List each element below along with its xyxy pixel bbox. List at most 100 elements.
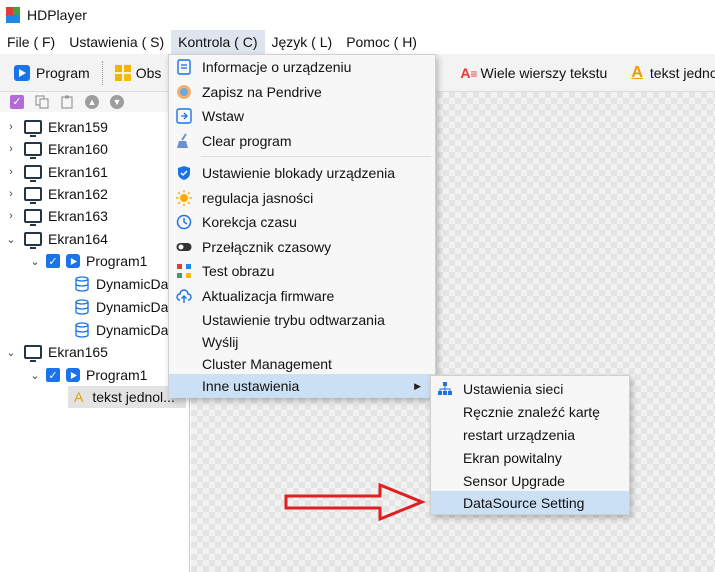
tree-item-label: Ekran164 [48, 231, 108, 247]
tree-item-label: Program1 [86, 253, 148, 269]
play-icon [14, 64, 30, 81]
chevron-right-icon[interactable]: › [6, 121, 16, 133]
tree-item-screen[interactable]: › Ekran160 [6, 138, 108, 160]
select-all-icon[interactable]: ✓ [10, 95, 24, 109]
toolbar-separator [101, 60, 103, 85]
tree-item-screen[interactable]: › Ekran162 [6, 183, 108, 205]
menu-item-playback-mode[interactable]: Ustawienie trybu odtwarzania [169, 308, 435, 332]
monitor-icon [24, 165, 42, 182]
menu-item-label: restart urządzenia [463, 426, 576, 443]
submenu-item-sensor-upgrade[interactable]: Sensor Upgrade [431, 469, 629, 492]
tree-item-screen[interactable]: › Ekran161 [6, 161, 108, 183]
color-dots-icon [176, 263, 192, 279]
menu-item-label: Przełącznik czasowy [202, 239, 332, 255]
menu-item-time-correction[interactable]: Korekcja czasu [169, 210, 435, 234]
single-line-text-icon: A [631, 63, 643, 81]
tree-item-label: Ekran161 [48, 164, 108, 180]
tree-item-label: DynamicDa [96, 299, 169, 315]
paste-icon[interactable] [60, 95, 74, 109]
menu-settings[interactable]: Ustawienia ( S) [62, 30, 171, 54]
database-icon [74, 299, 90, 315]
tree-item-screen[interactable]: › Ekran163 [6, 205, 108, 227]
menu-item-label: Ekran powitalny [463, 449, 562, 466]
copy-icon[interactable] [35, 95, 49, 109]
chevron-down-icon[interactable]: ⌄ [6, 233, 16, 246]
broom-icon [176, 133, 192, 149]
submenu-item-restart-device[interactable]: restart urządzenia [431, 423, 629, 446]
tree-item-dynamic[interactable]: DynamicDa [74, 273, 168, 295]
menu-item-label: Informacje o urządzeniu [202, 59, 352, 75]
menu-item-label: DataSource Setting [463, 494, 585, 511]
submenu-item-welcome-screen[interactable]: Ekran powitalny [431, 446, 629, 469]
monitor-icon [24, 142, 42, 159]
tree-item-label: Ekran159 [48, 119, 108, 135]
menu-item-device-info[interactable]: Informacje o urządzeniu [169, 55, 435, 79]
menu-item-cluster-management[interactable]: Cluster Management [169, 352, 435, 376]
tree-item-screen[interactable]: › Ekran159 [6, 116, 108, 138]
tree-item-label: Program1 [86, 367, 148, 383]
tree-item-program[interactable]: ⌄ ✓ Program1 [30, 364, 147, 386]
menu-item-brightness[interactable]: regulacja jasności [169, 186, 435, 210]
grid-icon [114, 64, 131, 81]
chevron-right-icon[interactable]: › [6, 210, 16, 222]
tree-item-label: Ekran165 [48, 344, 108, 360]
submenu-item-datasource-setting[interactable]: DataSource Setting [431, 491, 629, 514]
menu-item-send[interactable]: Wyślij [169, 330, 435, 354]
menu-separator [201, 156, 431, 157]
menu-file[interactable]: File ( F) [0, 30, 62, 54]
monitor-icon [24, 209, 42, 226]
menu-item-label: Aktualizacja firmware [202, 288, 335, 304]
menu-item-label: regulacja jasności [202, 190, 314, 206]
obs-button[interactable]: Obs [107, 54, 170, 92]
multiline-text-label: Wiele wierszy tekstu [480, 64, 608, 81]
tree-item-dynamic[interactable]: DynamicDa [74, 296, 168, 318]
submenu-item-find-card[interactable]: Ręcznie znaleźć kartę [431, 400, 629, 423]
tree-toolbar: ✓ ▲ ▼ [0, 92, 189, 112]
chevron-right-icon[interactable]: › [6, 166, 16, 178]
usb-drive-icon [176, 84, 192, 100]
menu-item-save-usb[interactable]: Zapisz na Pendrive [169, 80, 435, 104]
chevron-right-icon[interactable]: › [6, 143, 16, 155]
monitor-icon [24, 187, 42, 204]
database-icon [74, 276, 90, 292]
chevron-down-icon[interactable]: ⌄ [6, 346, 16, 359]
submenu-item-network-settings[interactable]: Ustawienia sieci [431, 377, 629, 400]
menu-item-label: Cluster Management [202, 356, 332, 372]
single-line-text-button[interactable]: A tekst jedno [615, 54, 715, 92]
chevron-down-icon[interactable]: ⌄ [30, 369, 40, 382]
menu-item-label: Ustawienie blokady urządzenia [202, 165, 395, 181]
checkbox-checked-icon[interactable]: ✓ [46, 368, 60, 382]
text-item-icon: A [74, 389, 84, 405]
insert-icon [176, 108, 192, 124]
chevron-right-icon[interactable]: › [6, 188, 16, 200]
monitor-icon [24, 120, 42, 137]
tree-item-dynamic[interactable]: DynamicDa [74, 319, 168, 341]
program-button[interactable]: Program [0, 54, 98, 92]
menu-item-clear-program[interactable]: Clear program [169, 129, 435, 153]
tree-item-screen[interactable]: ⌄ Ekran164 [6, 228, 108, 250]
menu-control[interactable]: Kontrola ( C) [171, 30, 265, 54]
menu-item-device-lock[interactable]: Ustawienie blokady urządzenia [169, 161, 435, 185]
menu-item-insert[interactable]: Wstaw [169, 104, 435, 128]
tree-item-program[interactable]: ⌄ ✓ Program1 [30, 250, 147, 272]
tree-item-label: Ekran160 [48, 141, 108, 157]
menu-item-timer-switch[interactable]: Przełącznik czasowy [169, 235, 435, 259]
tree-item-label: DynamicDa [96, 276, 169, 292]
menu-item-firmware-update[interactable]: Aktualizacja firmware [169, 284, 435, 308]
menu-help[interactable]: Pomoc ( H) [339, 30, 424, 54]
checkbox-checked-icon[interactable]: ✓ [46, 254, 60, 268]
obs-button-label: Obs [135, 64, 162, 81]
menu-language[interactable]: Język ( L) [265, 30, 340, 54]
move-up-icon[interactable]: ▲ [85, 95, 99, 109]
toggle-icon [176, 239, 192, 255]
play-icon [66, 368, 80, 382]
move-down-icon[interactable]: ▼ [110, 95, 124, 109]
chevron-down-icon[interactable]: ⌄ [30, 255, 40, 268]
menu-item-other-settings[interactable]: Inne ustawienia ▶ [169, 374, 435, 398]
menu-item-label: Wstaw [202, 108, 244, 124]
tree-item-label: Ekran163 [48, 208, 108, 224]
menu-item-image-test[interactable]: Test obrazu [169, 259, 435, 283]
tree-item-screen[interactable]: ⌄ Ekran165 [6, 341, 108, 363]
multiline-text-button[interactable]: A≡ Wiele wierszy tekstu [446, 54, 615, 92]
tree-item-label: tekst jednol... [92, 389, 175, 405]
